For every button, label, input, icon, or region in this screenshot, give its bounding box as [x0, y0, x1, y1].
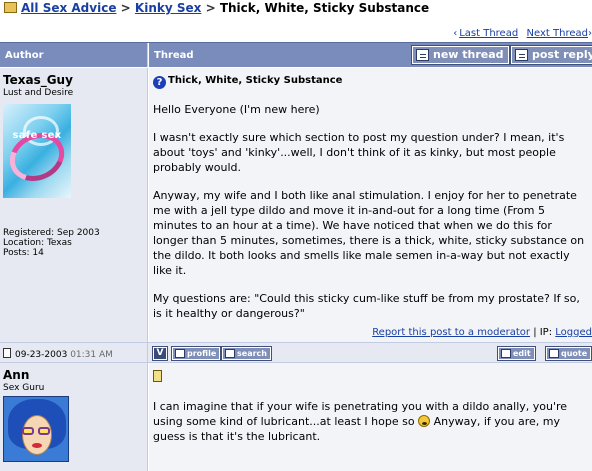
breadcrumb-separator: >	[120, 1, 131, 15]
post-reply-label: post reply	[532, 48, 592, 61]
post-paragraph: Anyway, my wife and I both like anal sti…	[153, 189, 585, 277]
breadcrumb-current: Thick, White, Sticky Substance	[219, 1, 430, 15]
quote-label: quote	[561, 349, 588, 358]
post-paragraph: Hello Everyone (I'm new here)	[153, 103, 320, 116]
avatar-face	[22, 415, 52, 455]
post-title: ? Thick, White, Sticky Substance	[153, 75, 592, 89]
v-button[interactable]: V	[152, 346, 168, 361]
post-reply-icon	[515, 49, 528, 61]
search-button[interactable]: search	[221, 346, 272, 361]
last-thread-link[interactable]: Last Thread	[459, 28, 518, 39]
post-author-name[interactable]: Ann	[3, 368, 147, 382]
edit-button[interactable]: edit	[497, 346, 536, 361]
post-paragraph: I wasn't exactly sure which section to p…	[153, 131, 565, 174]
author-location: Location: Texas	[3, 238, 72, 248]
thread-table: Author Thread new thread post reply Texa…	[0, 42, 592, 471]
post-body-cell: ? Thick, White, Sticky Substance Hello Ev…	[149, 68, 592, 342]
post-body-cell: I can imagine that if your wife is penet…	[149, 363, 592, 471]
new-thread-label: new thread	[433, 48, 504, 61]
post-date: 09-23-2003	[15, 350, 68, 360]
post-report-row: Report this post to a moderator | IP: Lo…	[150, 327, 592, 338]
arrow-right-icon: ›	[588, 28, 592, 39]
post-author-title: Lust and Desire	[3, 88, 74, 98]
post-paragraph: My questions are: "Could this sticky cum…	[153, 292, 580, 320]
arrow-left-icon: ‹	[453, 28, 458, 39]
search-label: search	[237, 349, 267, 358]
ip-label: | IP:	[533, 327, 553, 338]
profile-label: profile	[187, 349, 217, 358]
thread-navigation: ‹ Last Thread Next Thread›	[453, 28, 592, 39]
post-footer-strip: 09-23-2003 01:31 AM V profile search edi…	[0, 342, 592, 363]
profile-icon	[175, 349, 185, 358]
post-author-cell: Ann Sex Guru	[0, 363, 148, 471]
avatar	[3, 396, 69, 462]
breadcrumb-link-kinky-sex[interactable]: Kinky Sex	[135, 1, 201, 15]
document-icon	[3, 348, 11, 358]
post-message: I can imagine that if your wife is penet…	[153, 399, 587, 444]
avatar-glasses	[38, 427, 50, 435]
avatar: safe sex	[3, 104, 71, 198]
question-icon: ?	[153, 76, 166, 89]
post-date-cell: 09-23-2003 01:31 AM	[0, 343, 148, 363]
post-author-cell: Texas_Guy Lust and Desire safe sex Regis…	[0, 68, 148, 342]
note-icon	[153, 370, 162, 382]
author-stats: Registered: Sep 2003 Location: Texas Pos…	[3, 228, 147, 258]
breadcrumb-link-all-sex-advice[interactable]: All Sex Advice	[21, 1, 116, 15]
folder-icon	[4, 2, 17, 13]
search-icon	[225, 349, 235, 358]
profile-button[interactable]: profile	[170, 346, 222, 361]
smiley-icon	[418, 415, 431, 427]
ip-logged-link[interactable]: Logged	[555, 327, 592, 338]
post-author-title: Sex Guru	[3, 383, 45, 393]
new-thread-button[interactable]: new thread	[411, 45, 510, 65]
post-time: 01:31 AM	[70, 350, 113, 360]
new-thread-icon	[416, 49, 429, 61]
post-title-text: Thick, White, Sticky Substance	[168, 75, 343, 86]
author-column-header: Author	[0, 43, 148, 67]
breadcrumb-separator: >	[205, 1, 216, 15]
next-thread-link[interactable]: Next Thread	[527, 28, 588, 39]
edit-label: edit	[513, 349, 531, 358]
post-author-name[interactable]: Texas_Guy	[3, 73, 147, 87]
post-reply-button[interactable]: post reply	[510, 45, 592, 65]
avatar-lips	[32, 443, 42, 448]
report-post-link[interactable]: Report this post to a moderator	[372, 327, 530, 338]
breadcrumb: All Sex Advice > Kinky Sex > Thick, Whit…	[0, 0, 592, 22]
author-post-count: Posts: 14	[3, 248, 44, 258]
avatar-glasses	[22, 427, 34, 435]
quote-button[interactable]: quote	[544, 346, 592, 361]
quote-icon	[549, 349, 559, 358]
thread-column-label: Thread	[154, 50, 194, 61]
post-message: Hello Everyone (I'm new here) I wasn't e…	[153, 102, 587, 321]
edit-icon	[501, 349, 511, 358]
avatar-label: safe sex	[12, 130, 62, 141]
author-registered: Registered: Sep 2003	[3, 228, 100, 238]
